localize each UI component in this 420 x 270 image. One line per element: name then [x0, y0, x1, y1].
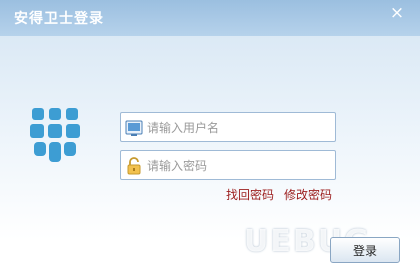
- username-input[interactable]: [147, 117, 331, 139]
- lock-icon: [127, 157, 141, 175]
- login-window: 安得卫士登录 × 找回密码修改密码 UEBUG 登录: [0, 0, 420, 270]
- password-field[interactable]: [120, 150, 336, 180]
- account-links: 找回密码 修改密码: [226, 186, 332, 203]
- recover-password-link[interactable]: 找回密码: [226, 188, 274, 202]
- window-title: 安得卫士登录: [14, 11, 104, 27]
- change-password-link[interactable]: 修改密码: [284, 188, 332, 202]
- title-bar: 安得卫士登录 ×: [0, 0, 420, 36]
- user-card-icon: [125, 120, 143, 136]
- app-logo-icon: [30, 108, 80, 162]
- login-button[interactable]: 登录: [330, 237, 400, 263]
- close-button[interactable]: ×: [388, 2, 406, 24]
- username-field[interactable]: [120, 112, 336, 142]
- password-input[interactable]: [147, 155, 331, 177]
